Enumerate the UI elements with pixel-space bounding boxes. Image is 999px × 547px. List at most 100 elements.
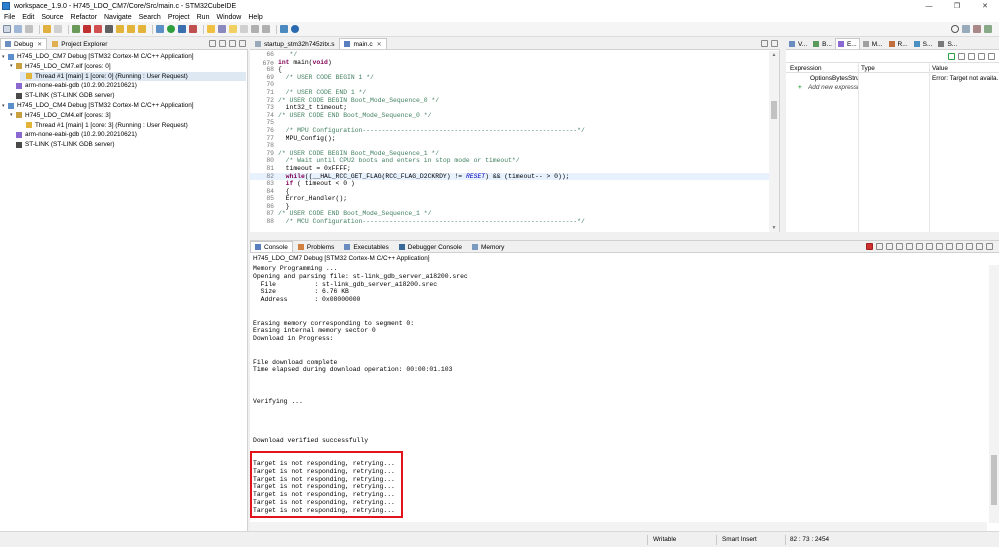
code-line[interactable]: 74 /* USER CODE END Boot_Mode_Sequence_0 … — [250, 112, 769, 120]
console-horizontal-scrollbar[interactable] — [250, 522, 987, 531]
word-wrap-icon[interactable] — [916, 243, 923, 250]
debug-tree-item[interactable]: arm-none-eabi-gdb (10.2.90.20210621) — [10, 130, 137, 139]
code-line[interactable]: 78 — [250, 142, 769, 150]
show-on-output-icon[interactable] — [926, 243, 933, 250]
debug-tree-item[interactable]: ▾ H745_LDO_CM7 Debug [STM32 Cortex-M C/C+… — [2, 52, 194, 61]
menu-source[interactable]: Source — [37, 14, 66, 21]
annotation-icon[interactable] — [240, 25, 248, 33]
show-on-error-icon[interactable] — [936, 243, 943, 250]
maximize-view-icon[interactable] — [771, 40, 778, 47]
tab-console[interactable]: Console — [250, 241, 293, 252]
close-icon[interactable]: ✕ — [377, 41, 382, 48]
debug-tree-item[interactable]: ▾ H745_LDO_CM7.elf [cores: 0] — [10, 62, 111, 71]
code-line[interactable]: 87 /* USER CODE END Boot_Mode_Sequence_1 … — [250, 210, 769, 218]
perspective-cpp-icon[interactable] — [962, 25, 970, 33]
back-arrow-icon[interactable] — [251, 25, 259, 33]
maximize-button[interactable]: ❐ — [943, 0, 971, 12]
tab-modules[interactable]: M... — [860, 38, 886, 49]
save-icon[interactable] — [14, 25, 22, 33]
minimize-view-icon[interactable] — [229, 40, 236, 47]
column-type[interactable]: Type — [861, 65, 875, 72]
tab-breakpoints[interactable]: B... — [810, 38, 835, 49]
code-line[interactable]: 80 /* Wait until CPU2 boots and enters i… — [250, 157, 769, 165]
scroll-up-icon[interactable]: ▲ — [771, 52, 777, 58]
remove-all-terminated-icon[interactable] — [886, 243, 893, 250]
skip-breakpoints-icon[interactable] — [72, 25, 80, 33]
menu-search[interactable]: Search — [135, 14, 164, 21]
scrollbar-thumb[interactable] — [991, 455, 997, 505]
info-icon[interactable] — [291, 25, 299, 33]
minimize-view-icon[interactable] — [761, 40, 768, 47]
code-line[interactable]: 67⊖ int main(void) — [250, 59, 769, 67]
code-line[interactable]: 82 while ((__HAL_RCC_GET_FLAG(RCC_FLAG_D2… — [250, 172, 769, 181]
maximize-view-icon[interactable] — [986, 243, 993, 250]
minimize-button[interactable]: — — [915, 0, 943, 12]
scroll-lock-icon[interactable] — [906, 243, 913, 250]
clean-icon[interactable] — [54, 25, 62, 33]
step-return-icon[interactable] — [138, 25, 146, 33]
code-line[interactable]: 71 /* USER CODE END 1 */ — [250, 89, 769, 97]
menu-help[interactable]: Help — [244, 14, 265, 21]
menu-window[interactable]: Window — [212, 14, 244, 21]
code-line[interactable]: 79 /* USER CODE BEGIN Boot_Mode_Sequence_… — [250, 150, 769, 158]
code-line[interactable]: 77 MPU_Config(); — [250, 135, 769, 143]
remove-launch-icon[interactable] — [876, 243, 883, 250]
step-into-icon[interactable] — [116, 25, 124, 33]
tab-project-explorer[interactable]: Project Explorer — [47, 38, 112, 49]
remove-all-icon[interactable] — [968, 53, 975, 60]
tab-executables[interactable]: Executables — [339, 241, 393, 252]
pin-console-icon[interactable] — [946, 243, 953, 250]
forward-arrow-icon[interactable] — [262, 25, 270, 33]
perspective-device-icon[interactable] — [984, 25, 992, 33]
code-text-area[interactable]: 66 */67⊖ int main(void) 68{69 /* USER CODE… — [250, 51, 769, 232]
debug-tree-item[interactable]: ST-LINK (ST-LINK GDB server) — [10, 91, 114, 100]
save-all-icon[interactable] — [25, 25, 33, 33]
collapse-all-icon[interactable] — [978, 53, 985, 60]
code-line[interactable]: 83 if ( timeout < 0 ) — [250, 180, 769, 188]
debug-tree-item[interactable]: Thread #1 [main] 1 [core: 0] (Running : … — [20, 71, 246, 81]
menu-project[interactable]: Project — [164, 14, 193, 21]
remove-expression-icon[interactable] — [958, 53, 965, 60]
debug-tree-item[interactable]: Thread #1 [main] 1 [core: 3] (Running : … — [20, 121, 188, 130]
search-tool-icon[interactable] — [218, 25, 226, 33]
build-icon[interactable] — [43, 25, 51, 33]
debug-tree-item[interactable]: arm-none-eabi-gdb (10.2.90.20210621) — [10, 81, 137, 90]
maximize-view-icon[interactable] — [239, 40, 246, 47]
new-icon[interactable] — [3, 25, 11, 33]
code-line[interactable]: 86 } — [250, 203, 769, 211]
tab-registers[interactable]: R... — [886, 38, 911, 49]
code-line[interactable]: 73 int32_t timeout; — [250, 104, 769, 112]
run-icon[interactable] — [167, 25, 175, 33]
step-over-icon[interactable] — [127, 25, 135, 33]
menu-refactor[interactable]: Refactor — [67, 14, 100, 21]
open-folder-icon[interactable] — [207, 25, 215, 33]
debug-tree-item[interactable]: ▾ H745_LDO_CM4.elf [cores: 3] — [10, 111, 111, 120]
collapse-all-icon[interactable] — [209, 40, 216, 47]
column-expression[interactable]: Expression — [790, 65, 822, 72]
highlight-icon[interactable] — [229, 25, 237, 33]
tab-sfrs[interactable]: S... — [911, 38, 936, 49]
code-line[interactable]: 66 */ — [250, 51, 769, 59]
tab-main-c[interactable]: main.c ✕ — [339, 38, 387, 49]
scroll-down-icon[interactable]: ▼ — [771, 225, 777, 231]
tab-static-analysis[interactable]: S... — [935, 38, 960, 49]
debug-tree-item[interactable]: ST-LINK (ST-LINK GDB server) — [10, 140, 114, 149]
console-vertical-scrollbar[interactable] — [989, 265, 999, 523]
scrollbar-thumb[interactable] — [771, 101, 777, 119]
tab-memory[interactable]: Memory — [467, 241, 509, 252]
external-tools-icon[interactable] — [189, 25, 197, 33]
clear-console-icon[interactable] — [896, 243, 903, 250]
display-console-icon[interactable] — [956, 243, 963, 250]
open-console-icon[interactable] — [966, 243, 973, 250]
code-line[interactable]: 85 Error_Handler(); — [250, 195, 769, 203]
code-line[interactable]: 69 /* USER CODE BEGIN 1 */ — [250, 74, 769, 82]
tab-startup-file[interactable]: startup_stm32h745zitx.s — [250, 38, 339, 49]
code-line[interactable]: 76 /* MPU Configuration-----------------… — [250, 127, 769, 135]
code-line[interactable]: 84 { — [250, 188, 769, 196]
expression-row[interactable]: OptionsBytesStru... Error: Target not av… — [786, 74, 999, 83]
code-line[interactable]: 68 { — [250, 66, 769, 74]
close-icon[interactable]: ✕ — [37, 41, 42, 48]
settings-gear-icon[interactable] — [156, 25, 164, 33]
code-line[interactable]: 72 /* USER CODE BEGIN Boot_Mode_Sequence_… — [250, 97, 769, 105]
disconnect-icon[interactable] — [105, 25, 113, 33]
